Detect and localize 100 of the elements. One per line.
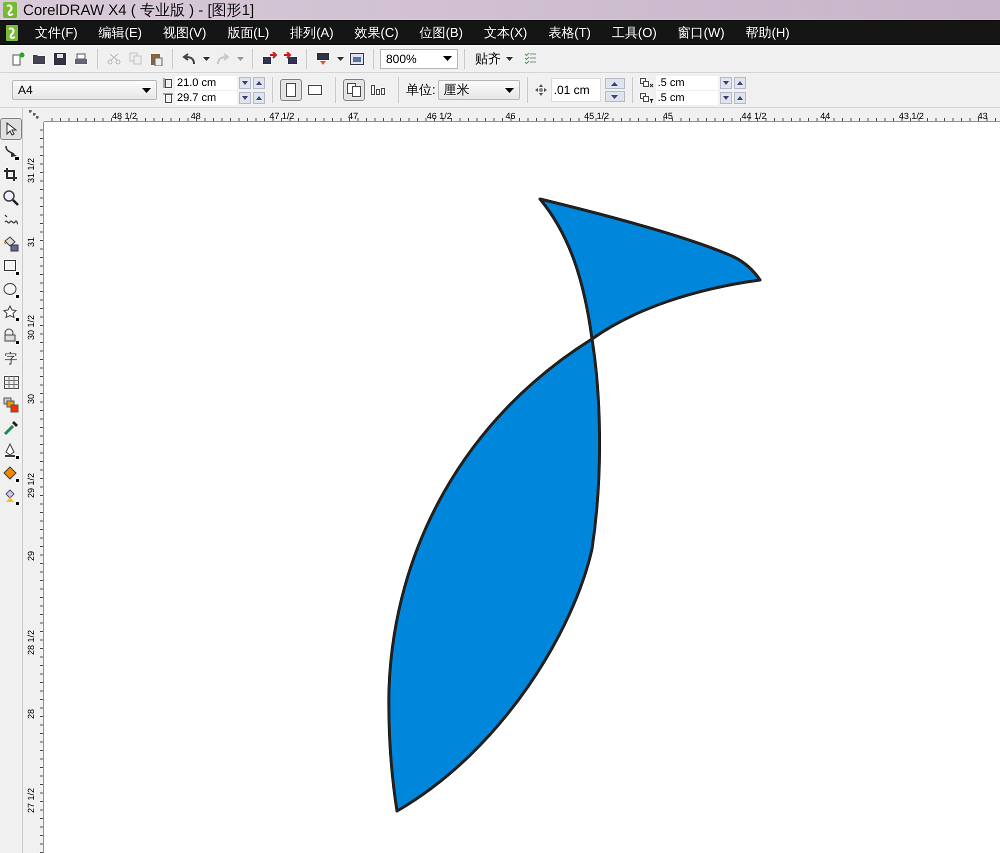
ellipse-icon bbox=[3, 282, 19, 298]
tool-button[interactable] bbox=[0, 118, 22, 140]
ruler-label: 31 1/2 bbox=[26, 158, 36, 184]
down-triangle-icon bbox=[722, 80, 729, 84]
menu-item[interactable]: 视图(V) bbox=[162, 24, 206, 42]
ruler-label: 28 bbox=[26, 708, 36, 719]
node-edit-icon bbox=[3, 144, 19, 160]
ruler-label: 29 bbox=[26, 551, 36, 562]
up-triangle-icon bbox=[611, 82, 618, 86]
new-document-icon bbox=[11, 52, 25, 66]
stacked-pages-icon bbox=[347, 83, 361, 97]
all-pages-button[interactable] bbox=[343, 79, 365, 101]
up-triangle-icon bbox=[256, 96, 262, 100]
ruler-label: 30 bbox=[26, 394, 36, 404]
ruler-label: 44 1/2 bbox=[742, 110, 768, 121]
menu-item[interactable]: 排列(A) bbox=[290, 24, 334, 42]
spin-down-button[interactable] bbox=[239, 76, 251, 88]
number-field[interactable]: 21.0 cm bbox=[175, 76, 237, 90]
caret-icon bbox=[336, 56, 344, 60]
caret-icon bbox=[202, 56, 210, 60]
down-triangle-icon bbox=[242, 80, 248, 84]
menu-item[interactable]: 版面(L) bbox=[227, 24, 270, 42]
app-logo-icon bbox=[6, 24, 18, 40]
save-icon bbox=[54, 52, 66, 64]
page-width-icon bbox=[163, 78, 173, 88]
menu-item[interactable]: 文件(F) bbox=[35, 24, 78, 42]
scissors-icon bbox=[107, 52, 121, 64]
pen-nib-icon bbox=[3, 443, 19, 459]
ruler-label: 45 1/2 bbox=[584, 110, 610, 121]
copy-icon bbox=[128, 52, 142, 65]
zoom-combo[interactable]: 800% bbox=[380, 48, 458, 68]
table-icon bbox=[4, 376, 18, 388]
snap-button[interactable]: 贴齐 bbox=[471, 48, 505, 70]
gradient-fill-icon bbox=[3, 489, 19, 505]
portrait-page-icon bbox=[286, 83, 296, 97]
spin-up-button[interactable] bbox=[253, 76, 265, 88]
menu-item[interactable]: 文本(X) bbox=[484, 24, 528, 42]
menu-item[interactable]: 表格(T) bbox=[548, 24, 591, 42]
move-arrows-icon bbox=[534, 84, 547, 96]
down-triangle-icon bbox=[722, 96, 729, 100]
menu-item[interactable]: 窗口(W) bbox=[678, 24, 725, 42]
ruler-label: 43 bbox=[978, 110, 989, 121]
spin-down-button[interactable] bbox=[720, 92, 732, 104]
app-logo-icon bbox=[3, 2, 17, 18]
ruler-origin-icon bbox=[28, 110, 38, 120]
ruler-label: 30 1/2 bbox=[26, 315, 36, 340]
spin-up-button[interactable] bbox=[253, 92, 265, 104]
rectangle-icon bbox=[3, 259, 19, 275]
down-triangle-icon bbox=[611, 94, 618, 98]
caret-icon bbox=[142, 88, 151, 92]
checklist-icon bbox=[524, 52, 536, 65]
menu-item[interactable]: 帮助(H) bbox=[746, 24, 790, 42]
caret-icon bbox=[443, 56, 452, 61]
clipboard-icon bbox=[150, 52, 162, 66]
menu-item[interactable]: 位图(B) bbox=[420, 24, 463, 42]
publish-icon bbox=[316, 52, 330, 66]
pointer-icon bbox=[5, 122, 17, 136]
print-icon bbox=[74, 52, 88, 64]
landscape-page-icon bbox=[308, 85, 322, 95]
menu-item[interactable]: 工具(O) bbox=[612, 24, 657, 42]
unit-combo[interactable]: 厘米 bbox=[438, 80, 520, 100]
ruler-label: 47 bbox=[348, 110, 360, 121]
spin-down-button[interactable] bbox=[604, 91, 625, 102]
down-triangle-icon bbox=[242, 96, 248, 100]
caret-icon bbox=[504, 88, 514, 92]
portrait-button[interactable] bbox=[280, 79, 302, 101]
undo-icon bbox=[182, 52, 196, 64]
menu-item[interactable]: 编辑(E) bbox=[98, 24, 142, 42]
spin-down-button[interactable] bbox=[720, 76, 732, 88]
ruler-label: 45 bbox=[662, 110, 674, 121]
ruler-label: 48 bbox=[190, 110, 202, 121]
star-icon bbox=[3, 305, 19, 321]
number-field[interactable]: .5 cm bbox=[656, 90, 718, 104]
duplicate-x-icon bbox=[640, 78, 654, 88]
menu-item[interactable]: 效果(C) bbox=[354, 24, 399, 42]
ruler-label: 43 1/2 bbox=[898, 110, 925, 121]
blend-icon bbox=[3, 397, 19, 413]
nudge-field[interactable]: .01 cm bbox=[550, 78, 601, 102]
spin-up-button[interactable] bbox=[734, 76, 746, 88]
number-field[interactable]: .5 cm bbox=[656, 76, 718, 90]
page-size-combo[interactable]: A4 bbox=[12, 80, 157, 100]
window-title: CorelDRAW X4 ( 专业版 ) - [图形1] bbox=[23, 0, 254, 20]
caret-icon bbox=[506, 56, 513, 60]
ruler-label: 44 bbox=[820, 110, 832, 121]
ruler-label: 47 1/2 bbox=[269, 110, 296, 121]
spin-down-button[interactable] bbox=[239, 92, 251, 104]
page-height-icon bbox=[163, 92, 173, 102]
redo-icon bbox=[216, 52, 230, 64]
up-triangle-icon bbox=[736, 80, 743, 84]
spin-up-button[interactable] bbox=[734, 92, 746, 104]
folder-icon bbox=[32, 52, 46, 64]
eyedropper-icon bbox=[3, 420, 19, 436]
up-triangle-icon bbox=[256, 80, 262, 84]
up-triangle-icon bbox=[736, 96, 743, 100]
spin-up-button[interactable] bbox=[604, 78, 625, 89]
page-bars-icon bbox=[371, 85, 385, 95]
tool-button[interactable]: 字 bbox=[0, 348, 22, 370]
export-icon bbox=[282, 52, 298, 65]
number-field[interactable]: 29.7 cm bbox=[175, 90, 237, 104]
fill-bucket-icon bbox=[3, 466, 19, 482]
